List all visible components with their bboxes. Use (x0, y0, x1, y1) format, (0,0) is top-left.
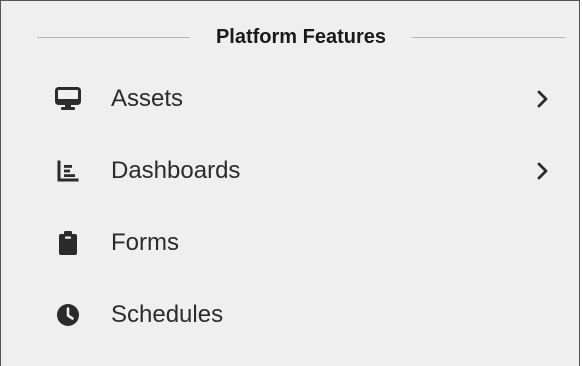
section-header: Platform Features (37, 23, 565, 51)
menu-item-label: Forms (111, 229, 179, 256)
platform-features-panel: Platform Features Assets Dashboards Form… (0, 0, 580, 366)
clock-icon (55, 302, 81, 328)
section-title: Platform Features (215, 25, 387, 48)
desktop-icon (55, 86, 81, 112)
chevron-right-icon (535, 161, 551, 181)
menu-item-label: Dashboards (111, 157, 241, 184)
menu-item-label: Assets (111, 85, 184, 112)
clipboard-icon (55, 230, 81, 256)
menu-item-label: Schedules (111, 301, 224, 328)
chart-area-icon (55, 158, 81, 184)
chevron-right-icon (535, 89, 551, 109)
header-divider-right (412, 36, 565, 38)
menu-item-dashboards[interactable]: Dashboards (1, 146, 579, 196)
menu-item-schedules[interactable]: Schedules (1, 290, 579, 340)
header-divider-left (37, 36, 190, 38)
menu-item-assets[interactable]: Assets (1, 74, 579, 124)
menu-item-forms[interactable]: Forms (1, 218, 579, 268)
